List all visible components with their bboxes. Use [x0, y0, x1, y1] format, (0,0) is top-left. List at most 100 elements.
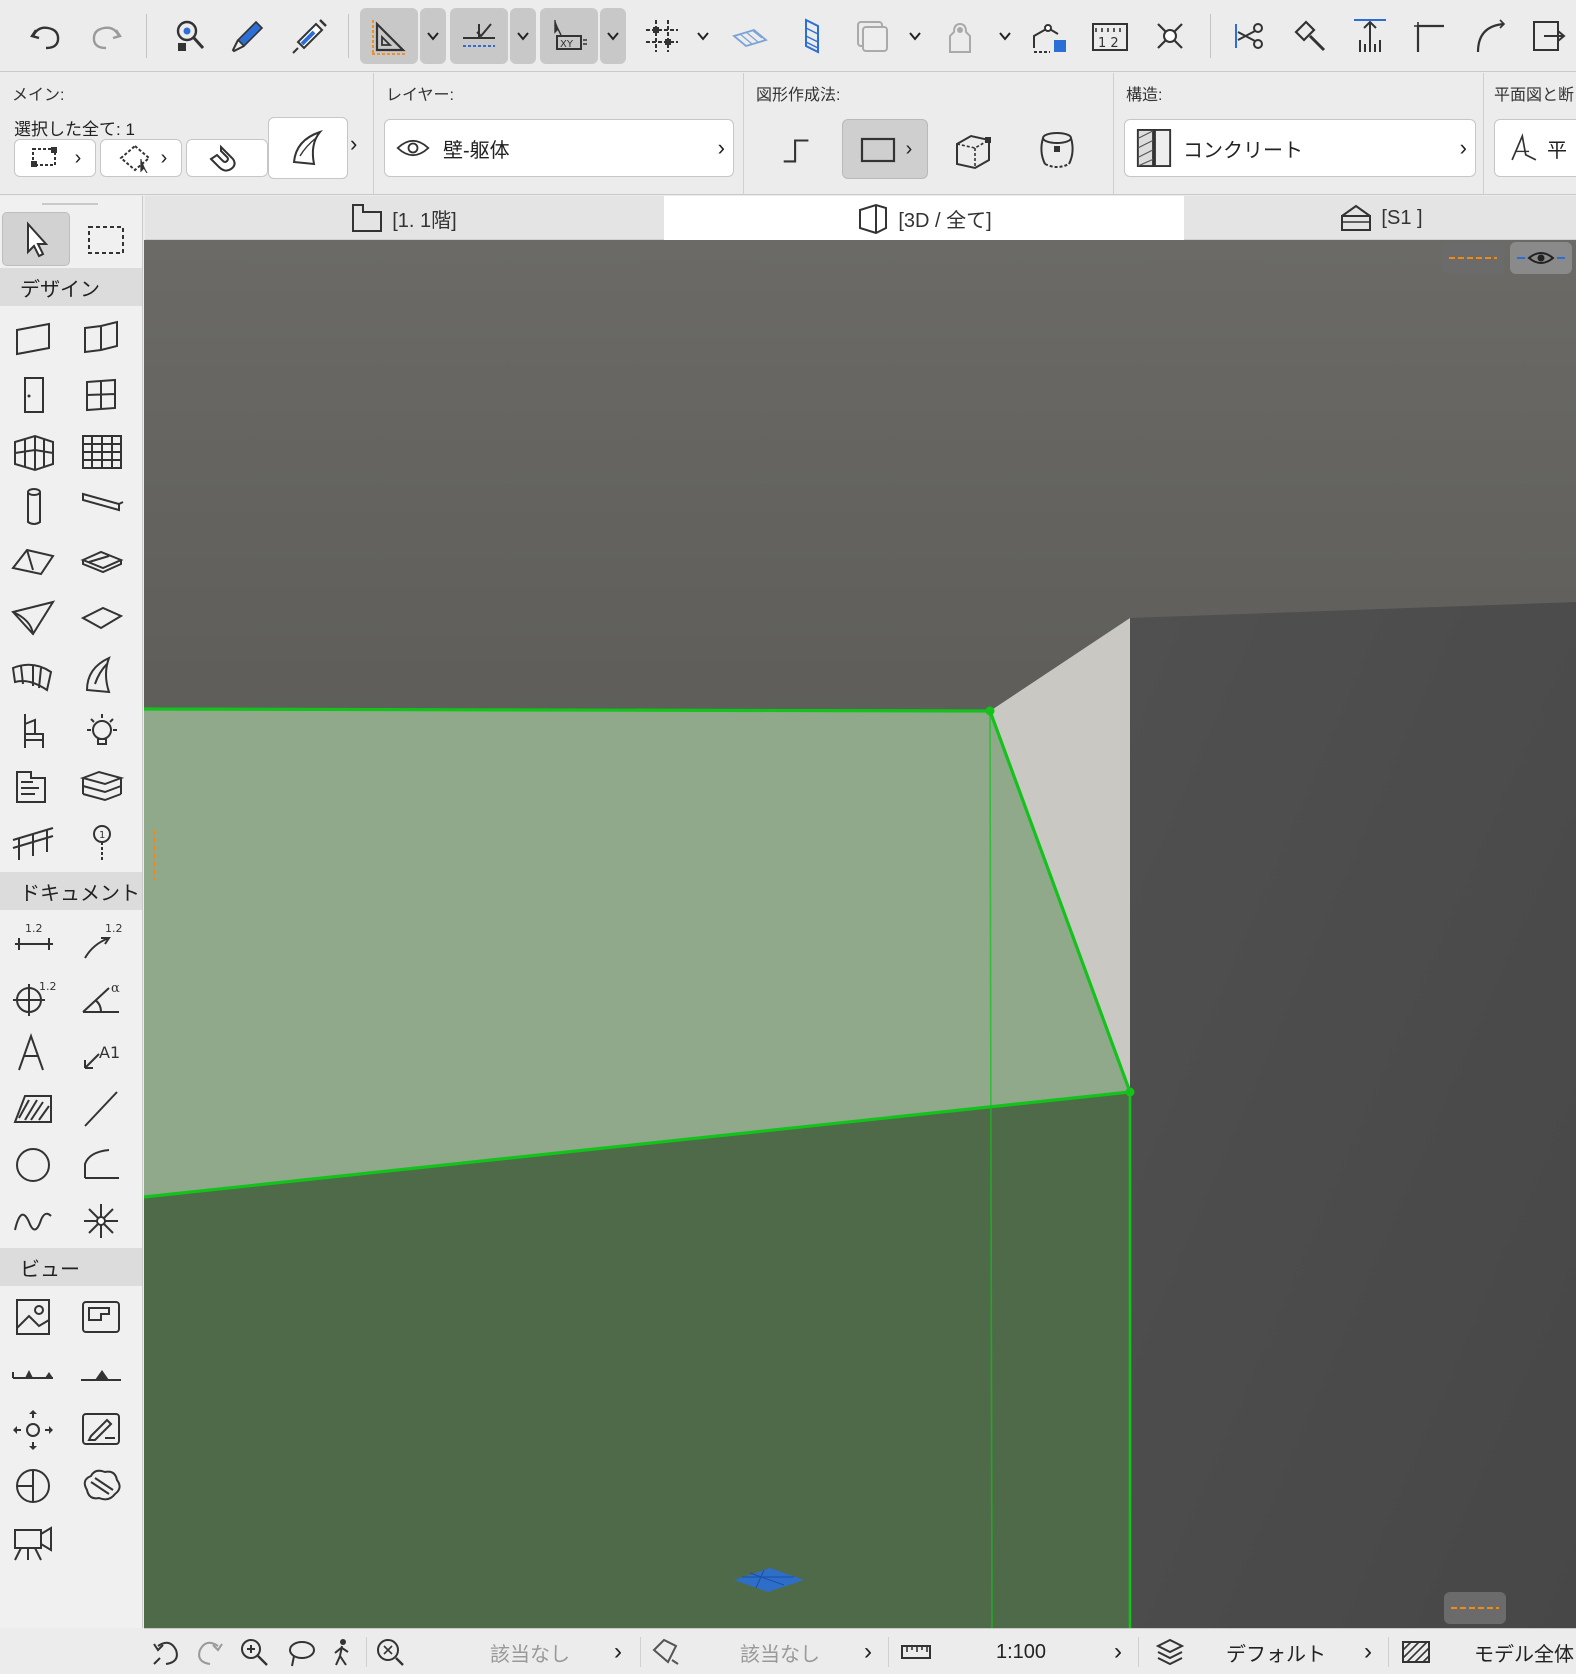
3d-viewport[interactable] [144, 240, 1576, 1630]
adjust-button[interactable] [1286, 8, 1334, 64]
layer-combo-icon-button[interactable] [1154, 1629, 1186, 1674]
morph-surface[interactable] [0, 648, 68, 702]
grid-system[interactable] [68, 424, 136, 478]
bottom-indicator-pill[interactable] [1444, 1592, 1506, 1624]
coordinate-input-button[interactable]: XY [540, 8, 598, 64]
visibility-pill[interactable] [1510, 242, 1572, 274]
elevate-button[interactable] [1346, 8, 1394, 64]
trace-button[interactable] [788, 8, 836, 64]
arc-tool[interactable] [68, 1138, 136, 1192]
level-dimension[interactable]: 1.2 [0, 970, 68, 1024]
structure-selector[interactable]: コンクリート › [1124, 119, 1476, 177]
mesh-tool[interactable] [68, 592, 136, 646]
geometry-rectangle-button[interactable]: › [842, 119, 928, 179]
tab-3d-view[interactable]: [3D / 全て] [664, 196, 1184, 240]
view-indicator-pill[interactable] [1442, 242, 1504, 274]
coordinate-input-dropdown[interactable] [600, 8, 626, 64]
angle-dimension[interactable]: α [68, 970, 136, 1024]
gravity-button[interactable] [186, 139, 268, 177]
document-section-header[interactable]: ドキュメント [0, 872, 142, 910]
snap-points-dropdown[interactable] [690, 8, 716, 64]
line-tool[interactable] [68, 1082, 136, 1136]
railing-tool[interactable] [0, 816, 68, 870]
chevron-right-icon[interactable]: › [1114, 1629, 1122, 1674]
intersect-button[interactable] [1146, 8, 1194, 64]
figure-tool[interactable] [0, 1290, 68, 1344]
selection-settings-button[interactable]: › [14, 139, 96, 177]
door-tool[interactable] [0, 368, 68, 422]
syringe-button[interactable] [286, 8, 334, 64]
3d-scene[interactable] [144, 240, 1576, 1630]
element-settings-button[interactable] [268, 117, 348, 179]
layer-combo-selector[interactable]: デフォルト [1226, 1629, 1326, 1674]
wall-tool[interactable] [0, 312, 68, 366]
zoom-button[interactable] [238, 1629, 270, 1674]
chevron-right-icon[interactable]: › [864, 1629, 872, 1674]
show-hide-dropdown[interactable] [992, 8, 1018, 64]
curve-button[interactable] [1466, 8, 1514, 64]
orbit-button[interactable] [286, 1629, 318, 1674]
chevron-right-icon[interactable]: › [350, 131, 357, 157]
trace-reference-button[interactable] [848, 8, 896, 64]
find-select-button[interactable] [166, 8, 214, 64]
text-tool[interactable] [0, 1026, 68, 1080]
view-option-1[interactable]: 該当なし [490, 1629, 570, 1674]
selection-vertex-handle[interactable] [1125, 1087, 1135, 1097]
eyedropper-button[interactable] [224, 8, 272, 64]
redo-button[interactable] [82, 8, 130, 64]
hotspot-tool[interactable] [68, 1194, 136, 1248]
renovation-button[interactable] [1026, 8, 1074, 64]
shell-tool[interactable] [0, 592, 68, 646]
marquee-tool[interactable] [72, 212, 140, 266]
zone-tool[interactable] [0, 760, 68, 814]
arrow-tool[interactable] [2, 212, 70, 266]
snap-guides-button[interactable] [450, 8, 508, 64]
marker-tool[interactable]: 1 [68, 816, 136, 870]
curtain-panel[interactable] [68, 312, 136, 366]
elevation-tool[interactable] [68, 1346, 136, 1400]
model-filter-selector[interactable]: モデル全体 [1474, 1629, 1574, 1674]
drawing-tool[interactable] [68, 1290, 136, 1344]
change-tool[interactable] [68, 1458, 136, 1512]
object-tool[interactable] [0, 704, 68, 758]
morph-tool[interactable] [68, 648, 136, 702]
linear-dimension[interactable]: 1.2 [0, 914, 68, 968]
fill-plane-button[interactable] [726, 8, 774, 64]
guide-lines-dropdown[interactable] [420, 8, 446, 64]
lamp-tool[interactable] [68, 704, 136, 758]
stair-tool[interactable] [68, 760, 136, 814]
camera-tool[interactable] [0, 1514, 68, 1568]
slab-tool[interactable] [68, 536, 136, 590]
tab-section[interactable]: [S1 ] [1186, 196, 1576, 240]
geometry-revolve-button[interactable] [1024, 121, 1090, 179]
roof-tool[interactable] [0, 536, 68, 590]
radial-dimension[interactable]: 1.2 [68, 914, 136, 968]
detail-tool[interactable] [0, 1458, 68, 1512]
dimension-button[interactable]: 1 2 [1086, 8, 1134, 64]
snap-guides-dropdown[interactable] [510, 8, 536, 64]
column-tool[interactable] [0, 480, 68, 534]
circle-tool[interactable] [0, 1138, 68, 1192]
split-button[interactable] [1226, 8, 1274, 64]
undo-button[interactable] [22, 8, 70, 64]
show-hide-button[interactable] [936, 8, 984, 64]
scale-selector[interactable]: 1:100 [996, 1629, 1046, 1674]
walk-button[interactable] [326, 1629, 358, 1674]
window-tool[interactable] [68, 368, 136, 422]
fillet-button[interactable] [1404, 8, 1452, 64]
view-option-2-icon[interactable] [650, 1629, 682, 1674]
view-option-2[interactable]: 該当なし [740, 1629, 820, 1674]
fit-in-window-button[interactable] [374, 1629, 406, 1674]
tab-floor-plan[interactable]: [1. 1階] [145, 196, 662, 240]
undo-view-button[interactable] [150, 1629, 182, 1674]
floorplan-selector[interactable]: 平 [1494, 119, 1576, 177]
scale-icon-button[interactable] [900, 1629, 932, 1674]
chevron-right-icon[interactable]: › [1364, 1629, 1372, 1674]
beam-tool[interactable] [68, 480, 136, 534]
view-section-header[interactable]: ビュー [0, 1248, 142, 1286]
marquee-mode-button[interactable]: › [100, 139, 182, 177]
design-section-header[interactable]: デザイン [0, 268, 142, 306]
curtain-wall[interactable] [0, 424, 68, 478]
geometry-box-button[interactable] [940, 121, 1006, 179]
toolbox-grip[interactable] [42, 203, 98, 205]
